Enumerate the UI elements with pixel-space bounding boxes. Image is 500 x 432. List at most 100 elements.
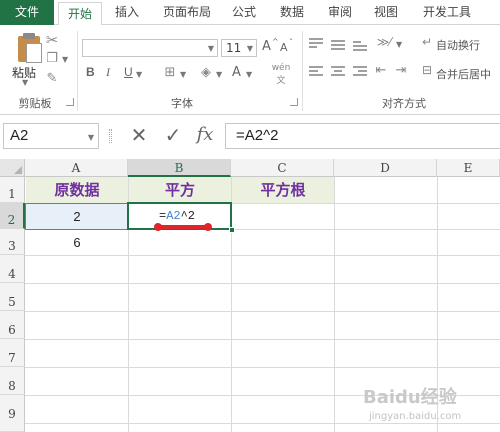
cell-c1[interactable]: 平方根 [232,177,334,203]
insert-function-button[interactable]: fx [192,121,218,149]
font-size-dropdown[interactable]: 11 ▼ [221,39,257,57]
align-top-icon[interactable] [309,37,323,51]
clipboard-group-label: 剪贴板 [18,97,52,110]
annotation-dot-right [204,223,212,231]
cell-b2-formula: =A2^2 [159,209,195,223]
column-header-a[interactable]: A [25,159,128,177]
annotation-underline [158,225,208,229]
paste-button[interactable]: 粘贴 ▼ [6,29,44,87]
cancel-button[interactable]: ✕ [126,121,152,149]
align-left-icon[interactable] [309,65,323,79]
ribbon: 粘贴 ▼ ✂ ❐ ▼ ✎ 剪贴板 ▼ 11 ▼ A ^ A ˇ B I U ▼ … [0,25,500,115]
tab-page-layout[interactable]: 页面布局 [154,0,220,25]
align-right-icon[interactable] [353,65,367,79]
formula-input[interactable]: =A2^2 [225,123,500,149]
formula-suffix: ^2 [180,209,196,223]
name-box-value: A2 [10,127,29,144]
row-header-6[interactable]: 6 [0,311,25,339]
italic-button[interactable]: I [106,65,110,80]
underline-dropdown-icon[interactable]: ▼ [136,70,142,79]
font-size-value: 11 [226,41,242,55]
tab-review[interactable]: 审阅 [320,0,360,25]
name-box[interactable]: A2 ▼ [3,123,99,149]
phonetic-icon[interactable]: wén 文 [268,63,294,86]
merge-center-button[interactable]: 合并后居中 [436,66,491,82]
clipboard-clip-icon [23,33,35,39]
tab-view[interactable]: 视图 [366,0,406,25]
paper-icon [26,43,42,63]
tab-insert[interactable]: 插入 [106,0,148,25]
row-header-9[interactable]: 9 [0,395,25,432]
tab-home[interactable]: 开始 [58,2,102,26]
fill-handle[interactable] [229,227,235,233]
font-color-button[interactable]: A [232,65,241,80]
font-color-dropdown-icon[interactable]: ▼ [246,70,252,79]
alignment-group-label: 对齐方式 [382,97,426,110]
paste-dropdown-icon: ▼ [22,78,29,87]
merge-center-icon: ⊟ [421,63,433,77]
shrink-arrow-icon: ˇ [289,38,293,47]
chevron-down-icon[interactable]: ▼ [88,133,94,142]
border-icon[interactable]: ⊞ [162,65,178,80]
font-launcher-icon[interactable] [290,98,298,106]
row-header-7[interactable]: 7 [0,339,25,367]
chevron-down-icon: ▼ [246,44,253,53]
select-all-button[interactable] [0,159,25,177]
row-header-1[interactable]: 1 [0,177,25,203]
align-middle-icon[interactable] [331,37,345,51]
formula-value: =A2^2 [236,127,279,144]
row-header-8[interactable]: 8 [0,367,25,395]
cell-a3[interactable]: 6 [26,230,128,255]
row-header-3[interactable]: 3 [0,229,25,255]
enter-button[interactable]: ✓ [160,121,186,149]
row-header-4[interactable]: 4 [0,255,25,283]
annotation-dot-left [154,223,162,231]
cut-icon[interactable]: ✂ [44,31,60,49]
font-group-label: 字体 [171,97,193,110]
fill-dropdown-icon[interactable]: ▼ [216,70,222,79]
decrease-indent-icon[interactable]: ⇤ [374,63,388,78]
watermark-url: jingyan.baidu.com [369,411,462,422]
chevron-down-icon: ▼ [207,44,214,53]
column-header-c[interactable]: C [231,159,334,177]
ribbon-tabbar: 文件 开始 插入 页面布局 公式 数据 审阅 视图 开发工具 [0,0,500,26]
align-bottom-icon[interactable] [353,37,367,51]
format-painter-icon[interactable]: ✎ [44,71,60,86]
copy-dropdown-icon[interactable]: ▼ [62,55,68,64]
align-center-icon[interactable] [331,65,345,79]
copy-icon[interactable]: ❐ [44,51,60,66]
grow-arrow-icon: ^ [272,37,279,46]
cell-a1[interactable]: 原数据 [26,177,128,203]
tab-data[interactable]: 数据 [272,0,312,25]
increase-indent-icon[interactable]: ⇥ [394,63,408,78]
font-name-dropdown[interactable]: ▼ [82,39,218,57]
reference-range-outline [25,203,129,230]
cell-b1[interactable]: 平方 [129,177,231,203]
group-separator [302,31,303,111]
orientation-dropdown-icon[interactable]: ▼ [396,40,402,49]
formula-bar: A2 ▼ ✕ ✓ fx =A2^2 [0,115,500,159]
row-header-2[interactable]: 2 [0,203,25,229]
tab-developer[interactable]: 开发工具 [414,0,480,25]
column-header-e[interactable]: E [437,159,500,177]
clipboard-launcher-icon[interactable] [66,98,74,106]
splitter-handle[interactable] [109,129,112,143]
tab-file[interactable]: 文件 [0,0,54,25]
fill-color-icon[interactable]: ◈ [198,65,214,80]
watermark-logo-text: Baidu经验 [363,387,457,408]
bold-button[interactable]: B [86,65,95,79]
shrink-font-button[interactable]: A [280,41,288,54]
tab-formulas[interactable]: 公式 [224,0,264,25]
orientation-icon[interactable]: ≫⁄ [374,35,394,49]
group-separator [77,31,78,111]
column-header-b[interactable]: B [128,159,231,177]
grow-font-button[interactable]: A [262,39,271,54]
column-header-d[interactable]: D [334,159,437,177]
wrap-text-icon: ↵ [421,35,433,49]
formula-reference: A2 [166,209,181,223]
row-header-5[interactable]: 5 [0,283,25,311]
wrap-text-button[interactable]: 自动换行 [436,37,480,53]
baidu-watermark: Baidu经验 jingyan.baidu.com [363,381,493,429]
border-dropdown-icon[interactable]: ▼ [180,70,186,79]
underline-button[interactable]: U [124,65,133,79]
